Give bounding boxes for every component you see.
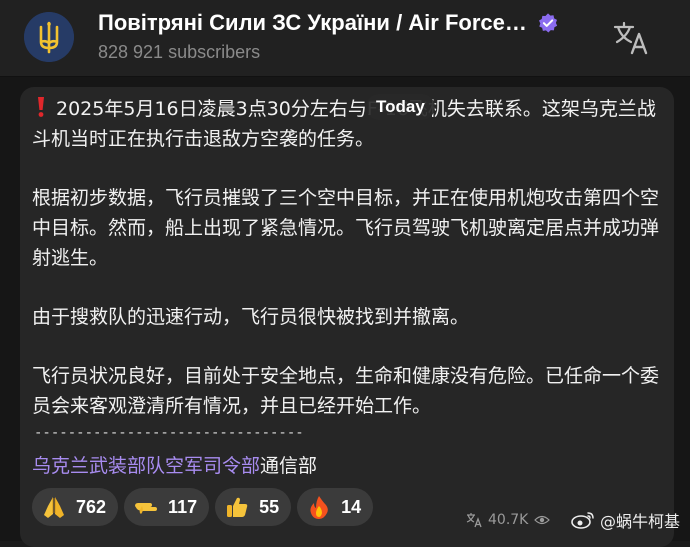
message-meta: 40.7K xyxy=(466,512,556,528)
verified-badge-icon xyxy=(538,13,558,33)
divider-line: -------------------------------- xyxy=(34,425,304,441)
reaction-pointing-hand[interactable]: 117 xyxy=(124,488,210,526)
date-pill: Today xyxy=(366,94,435,120)
eye-icon xyxy=(534,515,551,525)
folded-hands-icon xyxy=(40,493,68,521)
reaction-thumbs-up[interactable]: 55 xyxy=(215,488,292,526)
signature-suffix: 通信部 xyxy=(260,455,318,477)
subscriber-count: 828 921 subscribers xyxy=(98,42,261,62)
weibo-logo-icon xyxy=(571,512,594,529)
watermark-text: @蜗牛柯基 xyxy=(600,512,681,531)
reaction-count: 762 xyxy=(76,496,107,517)
paragraph-1: 2025年5月16日凌晨3点30分左右与F-16飞机失去联系。这架乌克兰战斗机当… xyxy=(32,94,662,154)
paragraph-4: 飞行员状况良好，目前处于安全地点，生命和健康没有危险。已任命一个委员会来客观澄清… xyxy=(32,365,660,417)
channel-info[interactable]: Повітряні Сили ЗС України / Air Force… 8… xyxy=(98,10,598,63)
reaction-count: 14 xyxy=(341,496,362,517)
exclamation-icon xyxy=(38,97,44,117)
paragraph-3: 由于搜救队的迅速行动，飞行员很快被找到并撤离。 xyxy=(32,306,470,328)
reaction-count: 117 xyxy=(168,496,198,517)
paragraph-2: 根据初步数据，飞行员摧毁了三个空中目标，并正在使用机炮攻击第四个空中目标。然而，… xyxy=(32,187,660,269)
signature-link[interactable]: 乌克兰武装部队空军司令部 xyxy=(32,455,260,477)
translate-small-icon xyxy=(466,513,482,528)
translate-icon xyxy=(613,21,648,55)
channel-header: Повітряні Сили ЗС України / Air Force… 8… xyxy=(0,0,690,77)
channel-title: Повітряні Сили ЗС України / Air Force… xyxy=(98,10,527,35)
reactions-bar: 762 117 55 14 xyxy=(32,488,374,526)
reaction-fire[interactable]: 14 xyxy=(297,488,374,526)
reaction-count: 55 xyxy=(259,496,280,517)
message-text: 2025年5月16日凌晨3点30分左右与F-16飞机失去联系。这架乌克兰战斗机当… xyxy=(32,94,662,421)
translate-button[interactable] xyxy=(612,20,652,56)
fire-icon xyxy=(305,493,333,521)
reaction-folded-hands[interactable]: 762 xyxy=(32,488,119,526)
view-count: 40.7K xyxy=(488,512,529,528)
weibo-watermark: @蜗牛柯基 xyxy=(570,508,680,532)
paragraph-1-text: 2025年5月16日凌晨3点30分左右与F-16飞机失去联系。这架乌克兰战斗机当… xyxy=(32,98,656,150)
pointing-hand-icon xyxy=(132,493,160,521)
thumbs-up-icon xyxy=(223,493,251,521)
signature: 乌克兰武装部队空军司令部通信部 xyxy=(32,452,317,480)
trident-icon xyxy=(24,12,74,62)
channel-avatar[interactable] xyxy=(24,12,74,62)
